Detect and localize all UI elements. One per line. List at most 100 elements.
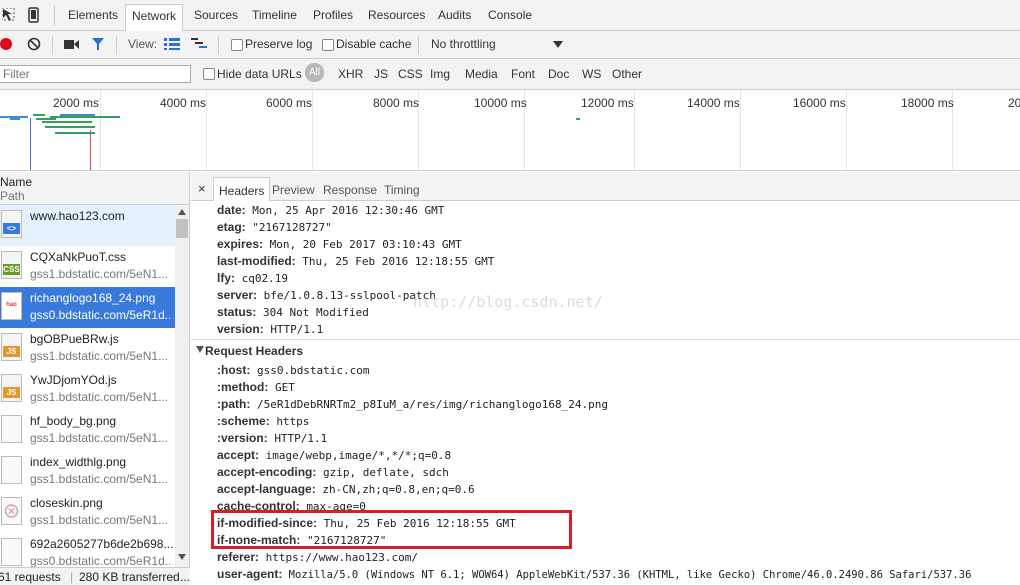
clear-icon[interactable]: [27, 37, 41, 51]
request-path: gss1.bdstatic.com/5eN1...: [30, 472, 169, 486]
list-scrollbar-thumb[interactable]: [176, 219, 188, 238]
tab-sources[interactable]: Sources: [194, 8, 238, 22]
filter-icon[interactable]: [91, 37, 105, 52]
tab-response[interactable]: Response: [323, 183, 377, 197]
tick-16000: 16000 ms: [793, 96, 846, 110]
header-line: user-agent: Mozilla/5.0 (Windows NT 6.1;…: [217, 567, 972, 581]
tab-timing[interactable]: Timing: [384, 183, 420, 197]
request-path: gss0.bdstatic.com/5eR1d...: [30, 308, 170, 322]
request-name: www.hao123.com: [30, 209, 125, 223]
request-name: bgOBPueBRw.js: [30, 332, 119, 346]
preserve-log-checkbox[interactable]: [231, 39, 243, 51]
header-line: :version: HTTP/1.1: [217, 431, 328, 445]
request-name: 692a2605277b6de2b698...: [30, 537, 174, 551]
filter-type-img[interactable]: Img: [430, 67, 450, 81]
request-headers-section-title[interactable]: Request Headers: [205, 344, 303, 358]
throttling-select[interactable]: No throttling: [431, 37, 496, 51]
tab-console[interactable]: Console: [488, 8, 532, 22]
request-row[interactable]: 692a2605277b6de2b698... gss0.bdstatic.co…: [0, 533, 175, 567]
request-name: hf_body_bg.png: [30, 414, 117, 428]
tab-preview[interactable]: Preview: [272, 183, 315, 197]
tab-elements[interactable]: Elements: [68, 8, 118, 22]
inspect-element-icon[interactable]: [2, 8, 17, 23]
filter-type-font[interactable]: Font: [511, 67, 535, 81]
js-file-icon: JS: [1, 374, 22, 402]
request-row[interactable]: hf_body_bg.png gss1.bdstatic.com/5eN1...: [0, 410, 175, 451]
header-line: referer: https://www.hao123.com/: [217, 550, 418, 564]
header-line: status: 304 Not Modified: [217, 305, 369, 319]
tab-headers[interactable]: Headers: [213, 177, 271, 201]
large-rows-icon[interactable]: [164, 38, 180, 50]
request-row[interactable]: <> www.hao123.com: [0, 205, 175, 246]
request-list: Name Path <> www.hao123.com CSS CQXaNkPu…: [0, 172, 190, 567]
header-line: :path: /5eR1dDebRNRTm2_p8IuM_a/res/img/r…: [217, 397, 608, 411]
tab-audits[interactable]: Audits: [438, 8, 471, 22]
request-path: gss1.bdstatic.com/5eN1...: [30, 267, 169, 281]
chevron-down-icon[interactable]: [553, 41, 563, 48]
request-row[interactable]: CSS CQXaNkPuoT.css gss1.bdstatic.com/5eN…: [0, 246, 175, 287]
expand-triangle-icon[interactable]: [196, 346, 204, 354]
header-line: last-modified: Thu, 25 Feb 2016 12:18:55…: [217, 254, 495, 268]
request-name: CQXaNkPuoT.css: [30, 250, 127, 264]
filter-type-js[interactable]: JS: [374, 67, 388, 81]
filter-type-xhr[interactable]: XHR: [338, 67, 363, 81]
filter-type-ws[interactable]: WS: [582, 67, 601, 81]
request-path: gss1.bdstatic.com/5eN1...: [30, 513, 169, 527]
record-icon[interactable]: [0, 37, 14, 51]
list-scrollbar[interactable]: [175, 206, 189, 567]
video-camera-icon[interactable]: [64, 39, 79, 50]
filter-type-css[interactable]: CSS: [398, 67, 423, 81]
transferred-size: 280 KB transferred: [79, 570, 180, 584]
filter-input[interactable]: [0, 65, 191, 83]
devtools-tab-bar: Elements Network Sources Timeline Profil…: [0, 0, 1020, 31]
js-file-icon: JS: [1, 333, 22, 361]
header-line: expires: Mon, 20 Feb 2017 03:10:43 GMT: [217, 237, 462, 251]
request-name: richanglogo168_24.png: [30, 291, 156, 305]
preserve-log-label: Preserve log: [245, 37, 313, 51]
overview-waterfall-icon[interactable]: [191, 38, 208, 50]
scroll-up-icon[interactable]: [178, 209, 186, 215]
header-line: accept-language: zh-CN,zh;q=0.8,en;q=0.6: [217, 482, 475, 496]
tab-resources[interactable]: Resources: [368, 8, 425, 22]
device-mode-icon[interactable]: [28, 7, 40, 23]
header-line: :method: GET: [217, 380, 295, 394]
filter-type-other[interactable]: Other: [612, 67, 642, 81]
tab-timeline[interactable]: Timeline: [252, 8, 297, 22]
request-path: gss1.bdstatic.com/5eN1...: [30, 349, 169, 363]
request-row-selected[interactable]: hao richanglogo168_24.png gss0.bdstatic.…: [0, 287, 175, 328]
html-doc-icon: <>: [1, 210, 22, 238]
request-row[interactable]: JS bgOBPueBRw.js gss1.bdstatic.com/5eN1.…: [0, 328, 175, 369]
hide-data-urls-checkbox[interactable]: [203, 68, 215, 80]
header-line: :scheme: https: [217, 414, 310, 428]
request-name: index_widthlg.png: [30, 455, 127, 469]
list-header: Name Path: [0, 172, 189, 205]
hide-data-urls-label: Hide data URLs: [217, 67, 302, 81]
header-line: version: HTTP/1.1: [217, 322, 324, 336]
status-bar: 61 requests | 280 KB transferred ...: [0, 567, 190, 585]
filter-type-all[interactable]: All: [305, 63, 324, 82]
scroll-down-icon[interactable]: [178, 554, 186, 560]
image-file-icon: [1, 415, 22, 443]
request-path: gss1.bdstatic.com/5eN1...: [30, 431, 169, 445]
request-row[interactable]: index_widthlg.png gss1.bdstatic.com/5eN1…: [0, 451, 175, 492]
network-toolbar: View: Preserve log Disable cache No thro…: [0, 31, 1020, 59]
status-more: ...: [180, 570, 190, 584]
path-column-header[interactable]: Path: [0, 189, 25, 203]
request-path: gss0.bdstatic.com/5eR1d...: [30, 554, 170, 567]
filter-type-media[interactable]: Media: [465, 67, 498, 81]
request-row[interactable]: closeskin.png gss1.bdstatic.com/5eN1...: [0, 492, 175, 533]
request-count: 61 requests: [0, 570, 61, 584]
name-column-header[interactable]: Name: [0, 175, 32, 189]
status-separator: |: [70, 570, 74, 584]
tab-profiles[interactable]: Profiles: [313, 8, 353, 22]
request-row[interactable]: JS YwJDjomYOd.js gss1.bdstatic.com/5eN1.…: [0, 369, 175, 410]
timeline-overview[interactable]: 2000 ms 4000 ms 6000 ms 8000 ms 10000 ms…: [0, 90, 1020, 171]
close-icon[interactable]: ×: [198, 181, 206, 196]
filter-type-doc[interactable]: Doc: [548, 67, 569, 81]
disable-cache-checkbox[interactable]: [322, 39, 334, 51]
tab-network[interactable]: Network: [125, 4, 184, 31]
image-file-icon: [1, 538, 22, 566]
tick-20000: 20: [1008, 96, 1020, 110]
image-file-icon: [1, 456, 22, 484]
header-line: etag: "2167128727": [217, 220, 332, 234]
